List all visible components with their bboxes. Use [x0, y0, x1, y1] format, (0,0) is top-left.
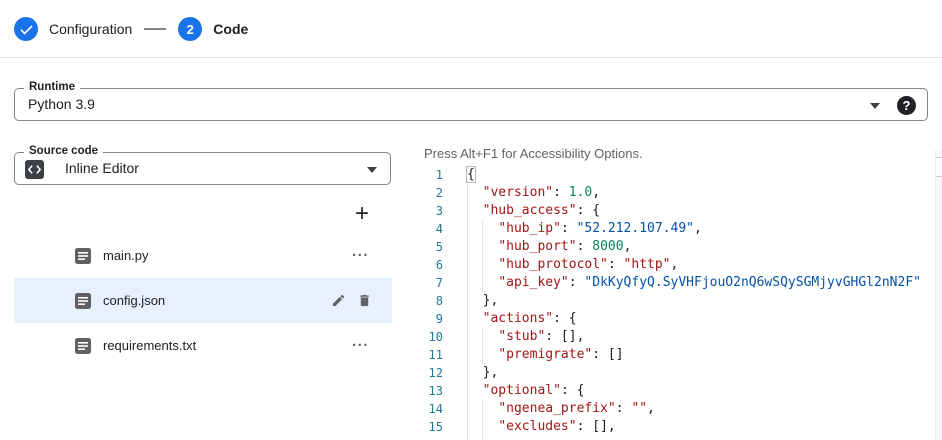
code-line[interactable]: 6 "hub_protocol": "http", — [410, 256, 935, 274]
accessibility-hint: Press Alt+F1 for Accessibility Options. — [424, 146, 643, 161]
line-number: 5 — [410, 238, 443, 256]
code-line[interactable]: 13 "optional": { — [410, 382, 935, 400]
code-line-text: "premigrate": [] — [467, 346, 624, 364]
code-brackets-icon — [25, 160, 44, 179]
line-number: 15 — [410, 418, 443, 436]
step-configuration-circle[interactable] — [14, 17, 38, 41]
file-document-icon — [75, 248, 91, 264]
code-line-text: "api_key": "DkKyQfyQ.SyVHFjouO2nQ6wSQySG… — [467, 274, 921, 292]
code-line-text: "hub_port": 8000, — [467, 238, 631, 256]
file-row-main-py[interactable]: main.py ... — [14, 233, 392, 278]
code-line[interactable]: 5 "hub_port": 8000, — [410, 238, 935, 256]
file-row-config-json[interactable]: config.json — [14, 278, 392, 323]
code-line-text: "version": 1.0, — [467, 184, 600, 202]
code-line[interactable]: 1{ — [410, 166, 935, 184]
line-number: 7 — [410, 274, 443, 292]
line-number: 11 — [410, 346, 443, 364]
code-line-text: { — [467, 166, 475, 184]
line-number: 12 — [410, 364, 443, 382]
code-line[interactable]: 4 "hub_ip": "52.212.107.49", — [410, 220, 935, 238]
line-number: 14 — [410, 400, 443, 418]
code-line[interactable]: 14 "ngenea_prefix": "", — [410, 400, 935, 418]
code-line[interactable]: 10 "stub": [], — [410, 328, 935, 346]
delete-file-button[interactable] — [357, 293, 372, 308]
source-code-select[interactable]: Source code Inline Editor — [14, 152, 391, 185]
more-options-icon[interactable]: ... — [352, 243, 369, 260]
line-number: 2 — [410, 184, 443, 202]
file-document-icon — [75, 293, 91, 309]
check-icon — [20, 24, 33, 35]
code-line[interactable]: 8 }, — [410, 292, 935, 310]
file-document-icon — [75, 338, 91, 354]
line-number: 8 — [410, 292, 443, 310]
header-divider — [0, 57, 942, 58]
stepper: Configuration 2 Code — [14, 17, 248, 41]
step-configuration-label[interactable]: Configuration — [49, 21, 132, 37]
stepper-connector — [144, 28, 166, 30]
code-line[interactable]: 7 "api_key": "DkKyQfyQ.SyVHFjouO2nQ6wSQy… — [410, 274, 935, 292]
chevron-down-icon[interactable] — [367, 167, 377, 173]
line-number: 3 — [410, 202, 443, 220]
runtime-value: Python 3.9 — [28, 89, 95, 120]
line-number: 10 — [410, 328, 443, 346]
file-name: config.json — [103, 293, 165, 308]
code-line-text: "excludes": [], — [467, 418, 616, 436]
code-line-text: }, — [467, 364, 498, 382]
code-line[interactable]: 9 "actions": { — [410, 310, 935, 328]
trash-icon — [357, 293, 372, 308]
code-lines[interactable]: 1{2 "version": 1.0,3 "hub_access": {4 "h… — [410, 166, 935, 436]
line-number: 13 — [410, 382, 443, 400]
editor-scrollbar[interactable] — [935, 150, 942, 440]
edit-file-button[interactable] — [331, 293, 346, 308]
step-code-circle[interactable]: 2 — [178, 17, 202, 41]
step-code-label[interactable]: Code — [213, 21, 248, 37]
line-number: 9 — [410, 310, 443, 328]
code-line-text: "ngenea_prefix": "", — [467, 400, 655, 418]
line-number: 1 — [410, 166, 443, 184]
step-code-number: 2 — [187, 22, 194, 37]
file-name: requirements.txt — [103, 338, 196, 353]
code-line[interactable]: 2 "version": 1.0, — [410, 184, 935, 202]
line-number: 6 — [410, 256, 443, 274]
code-line-text: "hub_ip": "52.212.107.49", — [467, 220, 702, 238]
source-code-value: Inline Editor — [65, 153, 139, 184]
add-file-button[interactable]: + — [348, 200, 376, 228]
code-line[interactable]: 15 "excludes": [], — [410, 418, 935, 436]
pencil-icon — [331, 293, 346, 308]
more-options-icon[interactable]: ... — [352, 333, 369, 350]
code-line[interactable]: 12 }, — [410, 364, 935, 382]
line-number: 4 — [410, 220, 443, 238]
chevron-down-icon[interactable] — [870, 103, 880, 109]
code-line[interactable]: 3 "hub_access": { — [410, 202, 935, 220]
code-line-text: "actions": { — [467, 310, 577, 328]
file-row-requirements-txt[interactable]: requirements.txt ... — [14, 323, 392, 368]
help-icon[interactable]: ? — [897, 96, 916, 115]
code-editor-panel: Press Alt+F1 for Accessibility Options. … — [410, 145, 942, 440]
code-line-text: }, — [467, 292, 498, 310]
code-line-text: "hub_protocol": "http", — [467, 256, 678, 274]
runtime-select[interactable]: Runtime Python 3.9 ? — [14, 88, 928, 121]
code-line-text: "hub_access": { — [467, 202, 600, 220]
code-line-text: "stub": [], — [467, 328, 584, 346]
code-line[interactable]: 11 "premigrate": [] — [410, 346, 935, 364]
code-step-page: Configuration 2 Code Runtime Python 3.9 … — [0, 0, 942, 440]
code-line-text: "optional": { — [467, 382, 584, 400]
scrollbar-thumb[interactable] — [936, 157, 942, 177]
file-name: main.py — [103, 248, 149, 263]
